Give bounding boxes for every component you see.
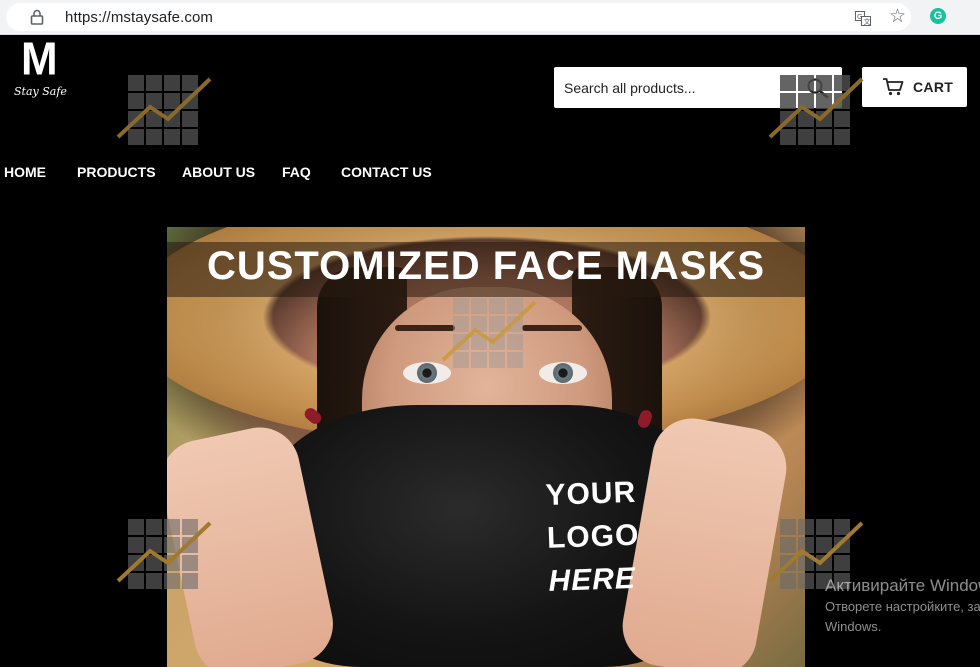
nav-faq[interactable]: FAQ bbox=[282, 164, 311, 180]
nav-contact-us[interactable]: CONTACT US bbox=[341, 164, 432, 180]
mask-print-line: HERE bbox=[547, 561, 637, 598]
nav-products[interactable]: PRODUCTS bbox=[77, 164, 156, 180]
nav-home[interactable]: HOME bbox=[4, 164, 46, 180]
hero-banner[interactable]: CUSTOMIZED FACE MASKS YOUR LOGO HERE bbox=[167, 227, 805, 667]
nav-about-us[interactable]: ABOUT US bbox=[182, 164, 255, 180]
translate-icon[interactable]: G 文 bbox=[855, 11, 871, 26]
star-icon[interactable]: ☆ bbox=[889, 7, 906, 27]
watermark-icon bbox=[116, 519, 212, 589]
cart-label: CART bbox=[913, 79, 954, 95]
cart-icon bbox=[883, 78, 904, 96]
svg-text:G: G bbox=[857, 13, 862, 21]
url-field[interactable]: https://mstaysafe.com G 文 ☆ bbox=[6, 3, 911, 31]
activation-line: Windows. bbox=[825, 619, 882, 634]
search-input[interactable] bbox=[554, 67, 794, 108]
mask-print-line: LOGO bbox=[546, 518, 640, 555]
svg-text:文: 文 bbox=[864, 17, 871, 26]
activation-title: Активирайте Windows bbox=[825, 576, 980, 595]
logo-tagline: Stay Safe bbox=[14, 85, 67, 98]
hero-title: CUSTOMIZED FACE MASKS bbox=[206, 244, 766, 288]
activation-line: Отворете настройките, за да bbox=[825, 599, 980, 614]
watermark-icon bbox=[116, 75, 212, 145]
browser-address-bar: https://mstaysafe.com G 文 ☆ G bbox=[0, 0, 980, 35]
right-eye bbox=[539, 362, 587, 384]
logo-mark: M bbox=[21, 33, 58, 86]
mask-print-line: YOUR bbox=[544, 475, 637, 512]
cart-button[interactable]: CART bbox=[862, 67, 967, 107]
mask-print: YOUR LOGO HERE bbox=[545, 470, 659, 603]
store-logo[interactable]: M Stay Safe bbox=[14, 33, 70, 102]
watermark-icon bbox=[441, 298, 537, 368]
watermark-icon bbox=[768, 75, 864, 145]
windows-activation-notice: Активирайте Windows Отворете настройките… bbox=[825, 575, 980, 637]
lock-icon[interactable] bbox=[30, 9, 44, 25]
grammarly-icon[interactable]: G bbox=[930, 8, 946, 24]
url-text[interactable]: https://mstaysafe.com bbox=[65, 9, 213, 26]
